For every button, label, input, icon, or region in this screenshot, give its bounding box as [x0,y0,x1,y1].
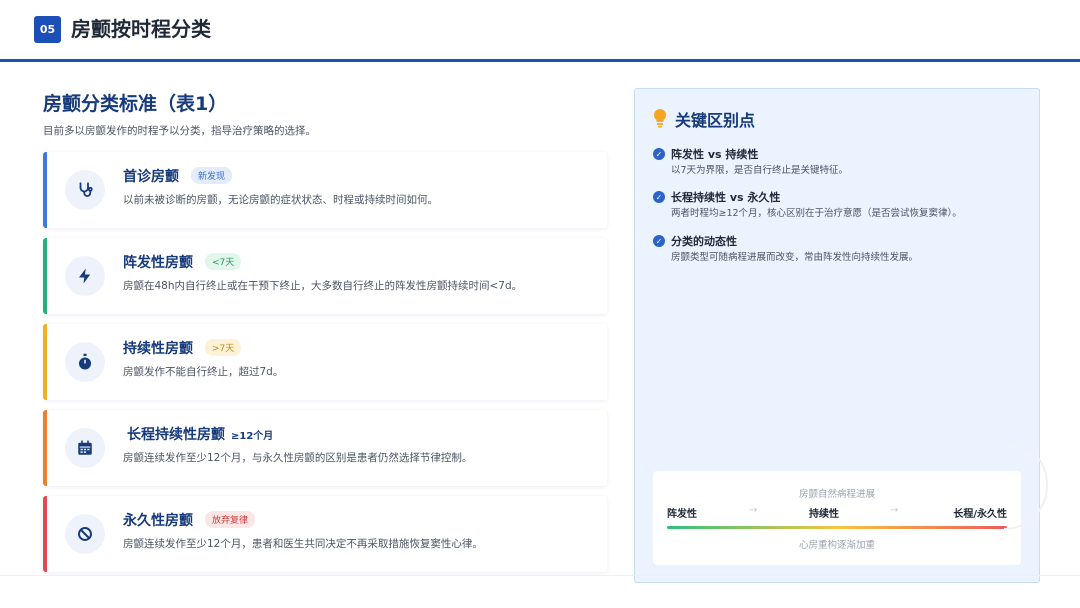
card-title: 持续性房颤 [123,341,193,357]
classification-card-list: 首诊房颤 新发现 以前未被诊断的房颤，无论房颤的症状状态、时程或持续时间如何。 … [43,152,607,582]
card-description: 房颤连续发作至少12个月，患者和医生共同决定不再采取措施恢复窦性心律。 [123,538,483,550]
card-title: 首诊房颤 [123,169,179,185]
card-tag: 新发现 [191,167,233,184]
lightbulb-icon [652,108,668,128]
key-point-desc: 两者时程均≥12个月，核心区别在于治疗意愿（是否尝试恢复窦律）。 [671,208,962,219]
card-description: 以前未被诊断的房颤，无论房颤的症状状态、时程或持续时间如何。 [123,194,438,206]
arrow-right-icon: → [890,505,899,516]
lightning-icon [65,256,105,296]
card-permanent: 永久性房颤 放弃复律 房颤连续发作至少12个月，患者和医生共同决定不再采取措施恢… [43,496,607,572]
check-icon: ✓ [653,191,665,203]
card-first-diagnosed: 首诊房颤 新发现 以前未被诊断的房颤，无论房颤的症状状态、时程或持续时间如何。 [43,152,607,228]
card-tag: <7天 [205,253,242,270]
progression-stage: 阵发性 [667,509,697,520]
card-long-standing-persistent: 长程持续性房颤 ≥12个月 房颤连续发作至少12个月，与永久性房颤的区别是患者仍… [43,410,607,486]
progression-box: 房颤自然病程进展 阵发性 → 持续性 → 长程/永久性 心房重构逐渐加重 [653,471,1021,565]
card-tag: >7天 [205,339,242,356]
header: 05 房颤按时程分类 [0,0,1080,62]
card-accent-bar [43,496,47,572]
card-accent-bar [43,410,47,486]
ban-icon [65,514,105,554]
stopwatch-icon [65,342,105,382]
header-divider [0,59,1080,62]
calendar-icon [65,428,105,468]
progression-footer: 心房重构逐渐加重 [798,540,875,551]
check-icon: ✓ [653,235,665,247]
section-number-badge: 05 [34,16,61,43]
progression-gradient-bar [667,526,1007,529]
card-title: 长程持续性房颤 [127,427,225,443]
progression-stage: 长程/永久性 [953,509,1007,520]
footer-divider [0,575,1080,576]
card-accent-bar [43,238,47,314]
card-tag: 放弃复律 [205,511,256,528]
card-paroxysmal: 阵发性房颤 <7天 房颤在48h内自行终止或在干预下终止，大多数自行终止的阵发性… [43,238,607,314]
key-point-desc: 以7天为界限，是否自行终止是关键特征。 [671,165,849,176]
progression-stage: 持续性 [809,509,839,520]
key-point-desc: 房颤类型可随病程进展而改变，常由阵发性向持续性发展。 [671,252,919,263]
card-persistent: 持续性房颤 >7天 房颤发作不能自行终止，超过7d。 [43,324,607,400]
decorative-ring [1004,440,1048,530]
card-accent-bar [43,324,47,400]
check-icon: ✓ [653,148,665,160]
key-differences-panel: 关键区别点 ✓ 阵发性 vs 持续性 以7天为界限，是否自行终止是关键特征。 ✓… [634,88,1040,583]
card-accent-bar [43,152,47,228]
card-title: 永久性房颤 [123,513,193,529]
arrow-right-icon: → [749,505,758,516]
stethoscope-icon [65,170,105,210]
section-subtitle: 目前多以房颤发作的时程予以分类，指导治疗策略的选择。 [43,125,316,137]
card-description: 房颤在48h内自行终止或在干预下终止，大多数自行终止的阵发性房颤持续时间<7d。 [123,280,523,292]
panel-title: 关键区别点 [675,111,756,130]
card-description: 房颤连续发作至少12个月，与永久性房颤的区别是患者仍然选择节律控制。 [123,452,473,464]
key-point-heading: 阵发性 vs 持续性 [671,148,759,161]
page-title: 房颤按时程分类 [71,17,211,41]
progression-heading: 房颤自然病程进展 [798,489,875,500]
section-title: 房颤分类标准（表1） [43,93,228,115]
card-title: 阵发性房颤 [123,255,193,271]
card-tag: ≥12个月 [224,425,281,444]
key-point-heading: 长程持续性 vs 永久性 [671,191,781,204]
card-description: 房颤发作不能自行终止，超过7d。 [123,366,284,378]
key-point-heading: 分类的动态性 [671,235,737,248]
